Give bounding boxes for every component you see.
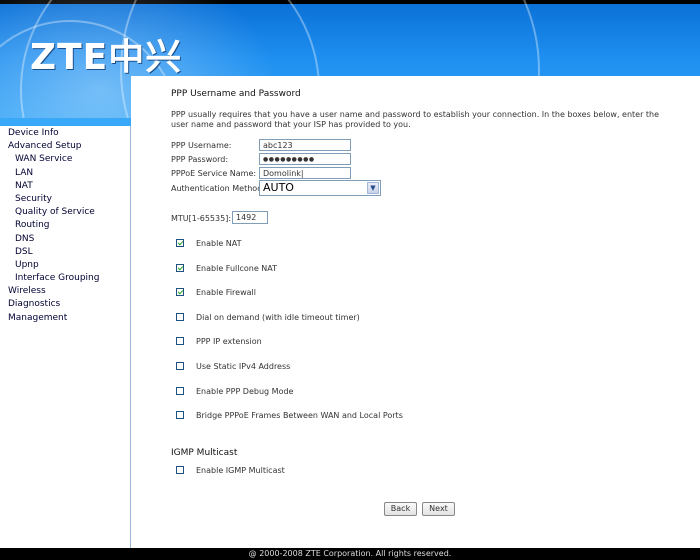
option-label: Enable Firewall: [196, 288, 256, 297]
igmp-section-title: IGMP Multicast: [171, 448, 238, 458]
igmp-multicast-checkbox[interactable]: [176, 466, 184, 474]
auth-method-value: AUTO: [263, 181, 294, 194]
mtu-label: MTU[1-65535]:: [171, 214, 232, 223]
sidebar: Device Info Advanced Setup WAN Service L…: [0, 118, 131, 548]
sidebar-item-diagnostics[interactable]: Diagnostics: [0, 298, 131, 311]
option-checkbox[interactable]: [176, 264, 184, 272]
sidebar-item-nat[interactable]: NAT: [0, 180, 131, 193]
auth-method-select[interactable]: AUTO ▼: [259, 180, 381, 196]
back-button[interactable]: Back: [384, 502, 417, 516]
ppp-description: PPP usually requires that you have a use…: [171, 110, 660, 129]
sidebar-item-security[interactable]: Security: [0, 193, 131, 206]
option-checkbox[interactable]: [176, 337, 184, 345]
option-checkbox[interactable]: [176, 411, 184, 419]
auth-method-label: Authentication Method:: [171, 184, 265, 193]
sidebar-item-lan[interactable]: LAN: [0, 167, 131, 180]
option-checkbox[interactable]: [176, 362, 184, 370]
sidebar-item-routing[interactable]: Routing: [0, 219, 131, 232]
option-label: PPP IP extension: [196, 337, 262, 346]
option-checkbox[interactable]: [176, 239, 184, 247]
sidebar-item-dsl[interactable]: DSL: [0, 246, 131, 259]
option-label: Bridge PPPoE Frames Between WAN and Loca…: [196, 411, 403, 420]
next-button[interactable]: Next: [422, 502, 455, 516]
sidebar-nav: Device Info Advanced Setup WAN Service L…: [0, 127, 131, 325]
option-label: Enable NAT: [196, 239, 242, 248]
sidebar-top-strip: [0, 118, 131, 126]
option-label: Enable Fullcone NAT: [196, 264, 278, 273]
option-checkbox[interactable]: [176, 313, 184, 321]
option-label: Use Static IPv4 Address: [196, 362, 291, 371]
sidebar-item-interface-grouping[interactable]: Interface Grouping: [0, 272, 131, 285]
ppp-section-title: PPP Username and Password: [171, 89, 301, 99]
sidebar-item-upnp[interactable]: Upnp: [0, 259, 131, 272]
sidebar-item-wan-service[interactable]: WAN Service: [0, 153, 131, 166]
main-content: PPP Username and Password PPP usually re…: [131, 76, 700, 548]
chevron-down-icon[interactable]: ▼: [367, 182, 379, 194]
zte-logo: ZTE中兴: [30, 37, 183, 78]
sidebar-item-device-info[interactable]: Device Info: [0, 127, 131, 140]
mtu-input[interactable]: 1492: [232, 211, 268, 224]
sidebar-item-quality-of-service[interactable]: Quality of Service: [0, 206, 131, 219]
pppoe-service-name-label: PPPoE Service Name:: [171, 169, 257, 178]
option-checkbox[interactable]: [176, 288, 184, 296]
sidebar-item-dns[interactable]: DNS: [0, 233, 131, 246]
sidebar-item-wireless[interactable]: Wireless: [0, 285, 131, 298]
option-checkbox[interactable]: [176, 387, 184, 395]
ppp-username-input[interactable]: abc123: [259, 139, 351, 151]
sidebar-item-advanced-setup[interactable]: Advanced Setup: [0, 140, 131, 153]
footer-copyright: @ 2000-2008 ZTE Corporation. All rights …: [0, 548, 700, 560]
ppp-password-label: PPP Password:: [171, 155, 229, 164]
pppoe-service-name-input[interactable]: Domolink|: [259, 167, 351, 179]
sidebar-item-management[interactable]: Management: [0, 312, 131, 325]
option-label: Enable PPP Debug Mode: [196, 387, 294, 396]
ppp-username-label: PPP Username:: [171, 141, 232, 150]
igmp-multicast-label: Enable IGMP Multicast: [196, 466, 285, 475]
option-label: Dial on demand (with idle timeout timer): [196, 313, 360, 322]
ppp-password-input[interactable]: ●●●●●●●●●: [259, 153, 351, 165]
